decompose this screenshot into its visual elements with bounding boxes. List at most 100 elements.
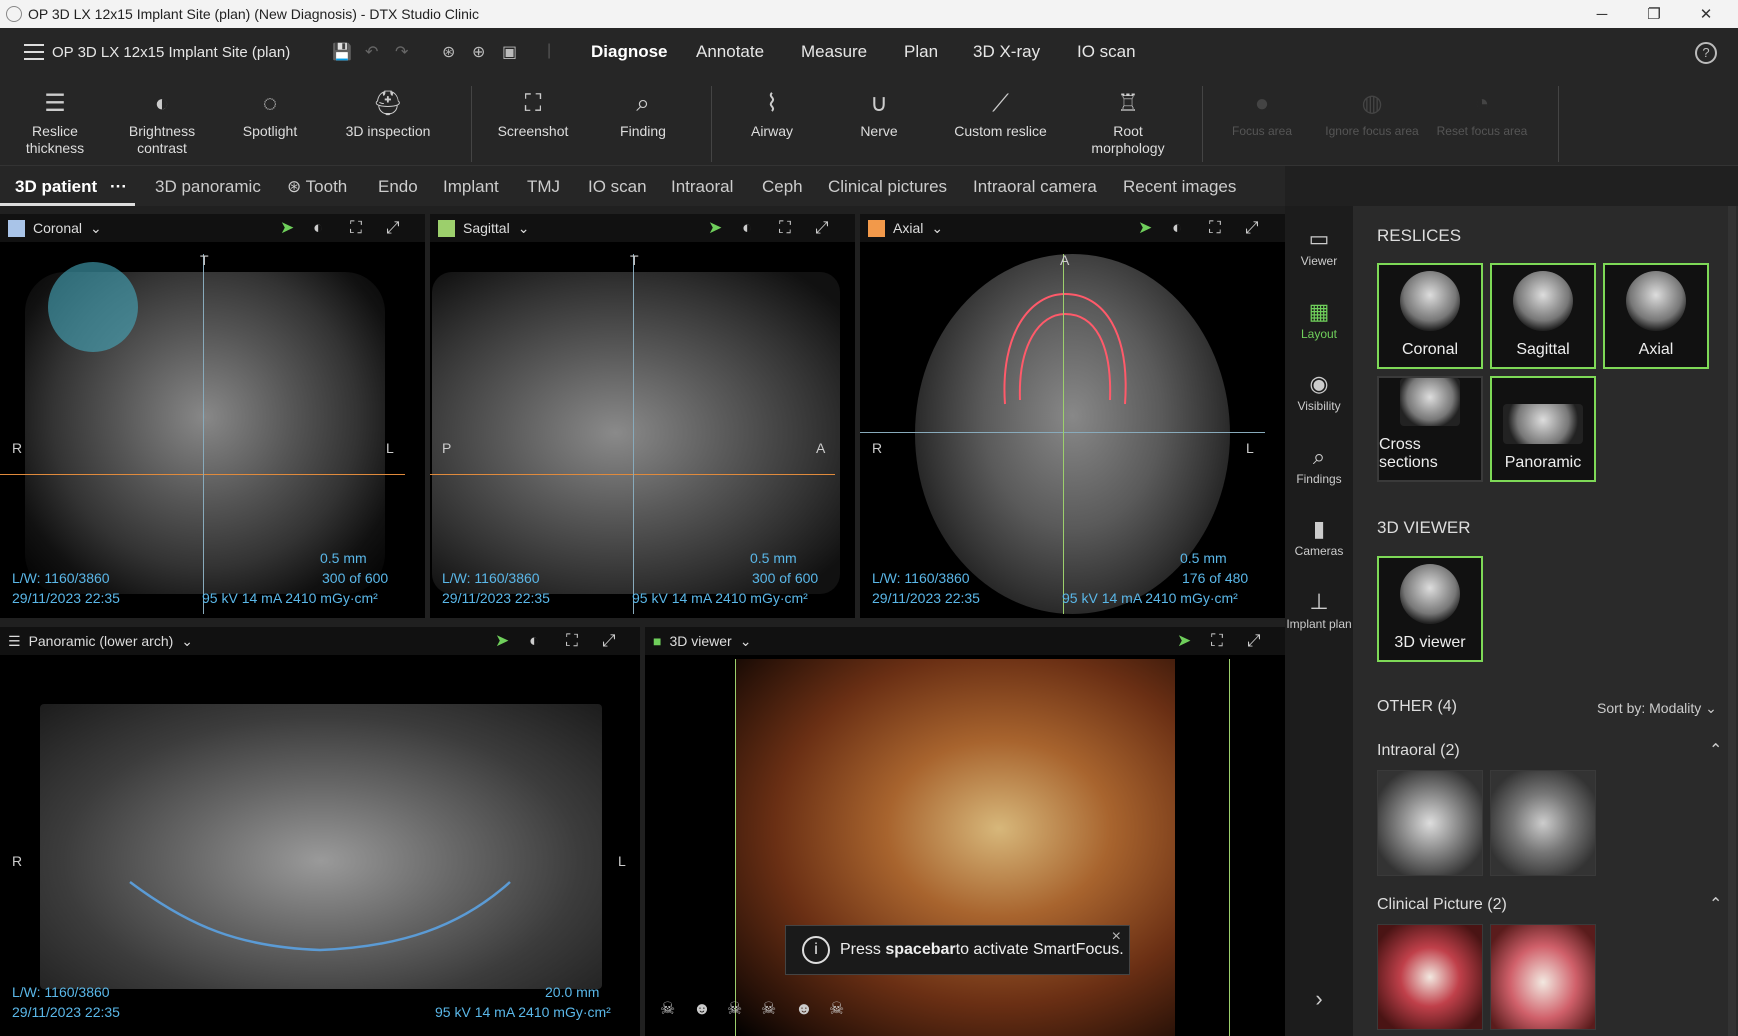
tool-ignore-focus-area[interactable]: ◍ Ignore focus area <box>1322 78 1422 166</box>
axial-viewport[interactable]: Axial ⌄ ➤ ◐ ⛶ ⤢ A R L 0.5 mm 176 of 480 … <box>860 214 1285 618</box>
chevron-down-icon[interactable]: ⌄ <box>518 220 530 237</box>
side-layout[interactable]: ▦ Layout <box>1285 299 1353 341</box>
undo-icon[interactable]: ↶ <box>365 42 378 62</box>
nav-measure[interactable]: Measure <box>801 42 867 62</box>
side-cameras[interactable]: ▮ Cameras <box>1285 516 1353 558</box>
lock-preset-icon[interactable]: ☠ <box>829 999 844 1019</box>
coronal-viewport[interactable]: Coronal ⌄ ➤ ◐ ⛶ ⤢ T R L 0.5 mm 300 of 60… <box>0 214 425 618</box>
chevron-up-icon[interactable]: ⌃ <box>1709 894 1722 914</box>
viewport-label[interactable]: Sagittal <box>463 220 510 236</box>
soft-tissue-preset-icon[interactable]: ☻ <box>795 999 813 1019</box>
side-viewer[interactable]: ▭ Viewer <box>1285 226 1353 268</box>
fit-icon[interactable]: ⛶ <box>350 218 362 238</box>
side-findings[interactable]: ⌕ Findings <box>1285 444 1353 486</box>
minimize-button[interactable]: ─ <box>1576 0 1628 28</box>
tool-airway[interactable]: ⌇ Airway <box>732 78 812 166</box>
tool-screenshot[interactable]: ⛶ Screenshot <box>490 78 576 166</box>
sagittal-plane-marker <box>1229 659 1230 1036</box>
tab-3d-patient[interactable]: 3D patient <box>15 177 97 197</box>
tab-intraoral[interactable]: Intraoral <box>671 177 733 197</box>
viewport-label[interactable]: 3D viewer <box>669 633 731 649</box>
contrast-icon[interactable]: ◐ <box>313 218 323 238</box>
ignore-focus-icon: ◍ <box>1361 89 1383 117</box>
tab-io-scan[interactable]: IO scan <box>588 177 647 197</box>
tab-endo[interactable]: Endo <box>378 177 418 197</box>
cube-icon: ■ <box>653 633 662 649</box>
clinical-picture-thumb[interactable] <box>1490 924 1596 1030</box>
fullscreen-icon[interactable]: ⤢ <box>815 218 829 238</box>
fullscreen-icon[interactable]: ⤢ <box>1247 631 1261 651</box>
tab-clinical-pictures[interactable]: Clinical pictures <box>828 177 947 197</box>
nav-io-scan[interactable]: IO scan <box>1077 42 1136 62</box>
clinical-picture-thumb[interactable] <box>1377 924 1483 1030</box>
pointer-icon[interactable]: ➤ <box>1177 631 1191 651</box>
save-icon[interactable]: 💾 <box>332 42 352 62</box>
reslice-cross-sections[interactable]: Cross sections <box>1377 376 1483 482</box>
bone-preset-icon[interactable]: ☠ <box>727 999 742 1019</box>
tool-nerve[interactable]: ∪ Nerve <box>839 78 919 166</box>
tool-finding[interactable]: ⌕ Finding <box>603 78 683 166</box>
fullscreen-icon[interactable]: ⤢ <box>386 218 400 238</box>
close-button[interactable]: ✕ <box>1680 0 1732 28</box>
tab-tmj[interactable]: TMJ <box>527 177 560 197</box>
tab-recent-images[interactable]: Recent images <box>1123 177 1236 197</box>
side-implant-plan[interactable]: ⊥ Implant plan <box>1285 589 1353 631</box>
skin-preset-icon[interactable]: ☻ <box>693 999 711 1019</box>
3d-viewer-thumb[interactable]: 3D viewer <box>1377 556 1483 662</box>
fit-icon[interactable]: ⛶ <box>779 218 791 238</box>
orientation-top: T <box>200 252 209 268</box>
more-options-icon[interactable]: ··· <box>110 177 127 197</box>
chevron-down-icon[interactable]: ⌄ <box>740 633 752 650</box>
tool-focus-area[interactable]: ● Focus area <box>1222 78 1302 166</box>
slice-thickness: 0.5 mm <box>1180 550 1227 566</box>
pointer-icon[interactable]: ➤ <box>708 218 722 238</box>
chevron-up-icon[interactable]: ⌃ <box>1709 740 1722 760</box>
tab-implant[interactable]: Implant <box>443 177 499 197</box>
reslice-axial[interactable]: Axial <box>1603 263 1709 369</box>
contrast-icon[interactable]: ◐ <box>742 218 752 238</box>
scrollbar[interactable] <box>1728 206 1736 1036</box>
tool-spotlight[interactable]: ◌ Spotlight <box>230 78 310 166</box>
panoramic-viewport[interactable]: ☰ Panoramic (lower arch) ⌄ ➤ ◐ ⛶ ⤢ R L 2… <box>0 627 640 1036</box>
teeth-preset-icon[interactable]: ☠ <box>761 999 776 1019</box>
reslice-coronal[interactable]: Coronal <box>1377 263 1483 369</box>
tab-tooth[interactable]: ⊛ Tooth <box>287 177 347 197</box>
chevron-down-icon[interactable]: ⌄ <box>90 220 102 237</box>
tool-reset-focus-area[interactable]: ◔ Reset focus area <box>1432 78 1532 166</box>
side-visibility[interactable]: ◉ Visibility <box>1285 371 1353 413</box>
nav-annotate[interactable]: Annotate <box>696 42 764 62</box>
tool-root-morphology[interactable]: ♖ Root morphology <box>1078 78 1178 166</box>
tab-intraoral-camera[interactable]: Intraoral camera <box>973 177 1097 197</box>
skull-preset-icon[interactable]: ☠ <box>660 999 675 1019</box>
skull-icon <box>1626 271 1686 331</box>
fit-icon[interactable]: ⛶ <box>1211 631 1223 651</box>
restore-button[interactable]: ❐ <box>1628 0 1680 28</box>
share-icon[interactable]: ⊛ <box>442 42 455 62</box>
scan-params: 95 kV 14 mA 2410 mGy·cm² <box>1062 590 1238 606</box>
nav-3d-xray[interactable]: 3D X-ray <box>973 42 1040 62</box>
sort-dropdown[interactable]: Sort by: Modality ⌄ <box>1597 700 1717 717</box>
close-icon[interactable]: × <box>1112 928 1121 946</box>
viewport-label[interactable]: Coronal <box>33 220 82 236</box>
redo-icon[interactable]: ↷ <box>395 42 408 62</box>
pointer-icon[interactable]: ➤ <box>280 218 294 238</box>
tool-3d-inspection[interactable]: ⛑ 3D inspection <box>338 78 438 166</box>
tab-ceph[interactable]: Ceph <box>762 177 803 197</box>
intraoral-thumb[interactable] <box>1377 770 1483 876</box>
reslice-sagittal[interactable]: Sagittal <box>1490 263 1596 369</box>
hamburger-menu-icon[interactable] <box>24 44 44 60</box>
reslice-panoramic[interactable]: Panoramic <box>1490 376 1596 482</box>
tool-brightness-contrast[interactable]: ◐ Brightness contrast <box>112 78 212 166</box>
chevron-right-icon[interactable]: › <box>1285 986 1353 1012</box>
tab-3d-panoramic[interactable]: 3D panoramic <box>155 177 261 197</box>
gallery-icon[interactable]: ▣ <box>502 42 517 62</box>
intraoral-thumb[interactable] <box>1490 770 1596 876</box>
help-icon[interactable]: ? <box>1695 42 1717 64</box>
tool-custom-reslice[interactable]: ⟋ Custom reslice <box>948 78 1053 166</box>
nav-diagnose[interactable]: Diagnose <box>591 42 668 62</box>
nav-plan[interactable]: Plan <box>904 42 938 62</box>
side-icon-rail: ▭ Viewer ▦ Layout ◉ Visibility ⌕ Findings ▮ C… <box>1285 206 1353 1036</box>
sagittal-viewport[interactable]: Sagittal ⌄ ➤ ◐ ⛶ ⤢ T P A 0.5 mm 300 of 6… <box>430 214 855 618</box>
tool-reslice-thickness[interactable]: ☰ Reslice thickness <box>15 78 95 166</box>
settings-icon[interactable]: ⊕ <box>472 42 485 62</box>
